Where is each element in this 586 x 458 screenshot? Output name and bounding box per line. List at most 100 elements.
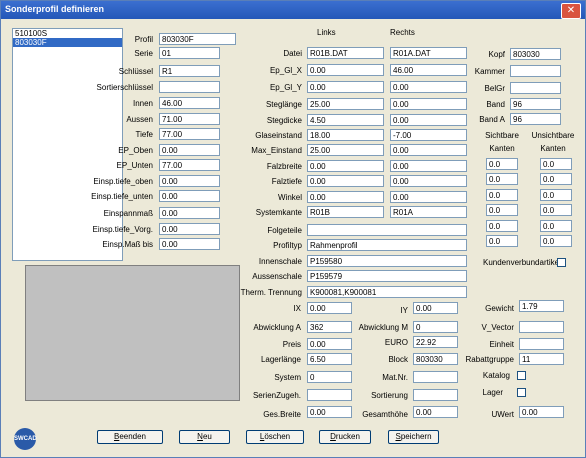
band-field[interactable]: 96 — [510, 98, 561, 110]
belgr-field[interactable] — [510, 82, 561, 94]
links-field[interactable]: R01B.DAT — [307, 47, 384, 59]
gesamthoehe-field[interactable]: 0.00 — [413, 406, 458, 418]
iy-field[interactable]: 0.00 — [413, 302, 458, 314]
ep-oben-field[interactable]: 0.00 — [159, 144, 220, 156]
serie-field[interactable]: 01 — [159, 47, 220, 59]
unsichtbare-kante-field[interactable]: 0.0 — [540, 173, 572, 185]
links-field[interactable]: 18.00 — [307, 129, 384, 141]
innenschale-field[interactable]: P159580 — [307, 255, 467, 267]
sichtbare-kante-field[interactable]: 0.0 — [486, 173, 518, 185]
abwicklung-m-field[interactable]: 0 — [413, 321, 458, 333]
links-field[interactable]: R01B — [307, 206, 384, 218]
einsp-tiefe-unten-field[interactable]: 0.00 — [159, 190, 220, 202]
band-a-field[interactable]: 96 — [510, 113, 561, 125]
links-field[interactable]: 0.00 — [307, 81, 384, 93]
links-field[interactable]: 4.50 — [307, 114, 384, 126]
links-field[interactable]: 25.00 — [307, 144, 384, 156]
rechts-field[interactable]: 0.00 — [390, 114, 467, 126]
abwicklung-a-label: Abwicklung A — [253, 323, 301, 332]
rechts-field[interactable]: -7.00 — [390, 129, 467, 141]
einsp-tiefe-oben-label: Einsp.tiefe_oben — [93, 177, 153, 186]
beenden-button[interactable]: Beenden — [97, 430, 163, 444]
abwicklung-a-field[interactable]: 362 — [307, 321, 352, 333]
einspannmass-label: Einspannmaß — [103, 209, 153, 218]
einspannmass-field[interactable]: 0.00 — [159, 207, 220, 219]
mid-row-label: Winkel — [277, 193, 302, 202]
sichtbare-kante-field[interactable]: 0.0 — [486, 158, 518, 170]
speichern-button[interactable]: Speichern — [388, 430, 439, 444]
close-icon[interactable]: ✕ — [561, 3, 581, 19]
unsichtbare-kante-field[interactable]: 0.0 — [540, 235, 572, 247]
rechts-field[interactable]: 46.00 — [390, 64, 467, 76]
beenden-label: eenden — [119, 432, 147, 441]
rechts-field[interactable]: 0.00 — [390, 175, 467, 187]
links-field[interactable]: 0.00 — [307, 64, 384, 76]
neu-button[interactable]: Neu — [179, 430, 230, 444]
unsichtbare-kante-field[interactable]: 0.0 — [540, 220, 572, 232]
einheit-field[interactable] — [519, 338, 564, 350]
uwert-field[interactable]: 0.00 — [519, 406, 564, 418]
links-field[interactable]: 0.00 — [307, 175, 384, 187]
lagerlaenge-field[interactable]: 6.50 — [307, 353, 352, 365]
v-vector-field[interactable] — [519, 321, 564, 333]
unsichtbare-kante-field[interactable]: 0.0 — [540, 158, 572, 170]
sichtbare-kante-field[interactable]: 0.0 — [486, 189, 518, 201]
rechts-field[interactable]: 0.00 — [390, 81, 467, 93]
einsp-tiefe-oben-field[interactable]: 0.00 — [159, 175, 220, 187]
gewicht-field[interactable]: 1.79 — [519, 300, 564, 312]
innen-label: Innen — [132, 99, 153, 108]
ep-oben-label: EP_Oben — [118, 146, 153, 155]
sichtbare-kante-field[interactable]: 0.0 — [486, 220, 518, 232]
tiefe-field[interactable]: 77.00 — [159, 128, 220, 140]
lagerlaenge-label: Lagerlänge — [260, 355, 301, 364]
einsp-mass-bis-field[interactable]: 0.00 — [159, 238, 220, 250]
rabattgruppe-field[interactable]: 11 — [519, 353, 564, 365]
euro-field[interactable]: 22.92 — [413, 336, 458, 348]
band-label: Band — [486, 100, 505, 109]
rechts-field[interactable]: 0.00 — [390, 191, 467, 203]
preis-field[interactable]: 0.00 — [307, 338, 352, 350]
mid-row-label: Falzbreite — [266, 162, 302, 171]
unsichtbare-kante-field[interactable]: 0.0 — [540, 204, 572, 216]
system-field[interactable]: 0 — [307, 371, 352, 383]
drucken-button[interactable]: Drucken — [319, 430, 371, 444]
serienzugeh-field[interactable] — [307, 389, 352, 401]
aussenschale-field[interactable]: P159579 — [307, 270, 467, 282]
mid-row-label: Stegdicke — [266, 116, 302, 125]
einsp-tiefe-vorg-field[interactable]: 0.00 — [159, 223, 220, 235]
kundenverbundartikel-checkbox[interactable] — [557, 258, 566, 267]
v-vector-label: V_Vector — [481, 323, 514, 332]
kammer-field[interactable] — [510, 65, 561, 77]
rechts-field[interactable]: 0.00 — [390, 160, 467, 172]
links-field[interactable]: 25.00 — [307, 98, 384, 110]
loeschen-button[interactable]: Löschen — [246, 430, 304, 444]
lager-checkbox[interactable] — [517, 388, 526, 397]
links-field[interactable]: 0.00 — [307, 160, 384, 172]
rechts-field[interactable]: 0.00 — [390, 98, 467, 110]
katalog-checkbox[interactable] — [517, 371, 526, 380]
serie-label: Serie — [134, 49, 153, 58]
sortierung-field[interactable] — [413, 389, 458, 401]
sichtbare-kante-field[interactable]: 0.0 — [486, 204, 518, 216]
unsichtbare-kante-field[interactable]: 0.0 — [540, 189, 572, 201]
schluessel-field[interactable]: R1 — [159, 65, 220, 77]
links-field[interactable]: 0.00 — [307, 191, 384, 203]
ix-field[interactable]: 0.00 — [307, 302, 352, 314]
folgeteile-label: Folgeteile — [267, 226, 302, 235]
sichtbare-kante-field[interactable]: 0.0 — [486, 235, 518, 247]
rechts-field[interactable]: R01A — [390, 206, 467, 218]
profil-field[interactable]: 803030F — [159, 33, 236, 45]
profiltyp-field[interactable]: Rahmenprofil — [307, 239, 467, 251]
sortierschluessel-field[interactable] — [159, 81, 220, 93]
innen-field[interactable]: 46.00 — [159, 97, 220, 109]
ep-unten-field[interactable]: 77.00 — [159, 159, 220, 171]
aussen-field[interactable]: 71.00 — [159, 113, 220, 125]
kopf-field[interactable]: 803030 — [510, 48, 561, 60]
title-bar[interactable]: Sonderprofil definieren ✕ — [1, 1, 585, 19]
block-field[interactable]: 803030 — [413, 353, 458, 365]
mat-nr-field[interactable] — [413, 371, 458, 383]
folgeteile-field[interactable] — [307, 224, 467, 236]
rechts-field[interactable]: R01A.DAT — [390, 47, 467, 59]
therm-trennung-field[interactable]: K900081,K900081 — [307, 286, 467, 298]
rechts-field[interactable]: 0.00 — [390, 144, 467, 156]
